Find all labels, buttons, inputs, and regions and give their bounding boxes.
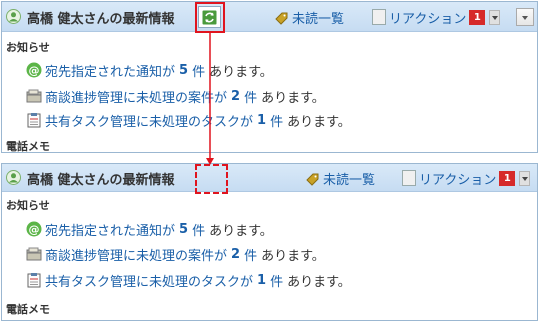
folder-icon bbox=[26, 89, 42, 103]
notification-unit[interactable]: 件 bbox=[270, 111, 283, 130]
notification-count[interactable]: 1 bbox=[257, 113, 266, 128]
chevron-down-icon[interactable] bbox=[489, 9, 501, 25]
tag-icon bbox=[275, 12, 288, 25]
tag-icon bbox=[306, 173, 319, 186]
user-icon bbox=[6, 170, 21, 185]
clipboard-icon bbox=[27, 273, 41, 288]
notification-item-mentions: @ 宛先指定された通知が 5 件 あります。 bbox=[26, 219, 273, 239]
svg-text:@: @ bbox=[29, 223, 40, 236]
notification-link[interactable]: 共有タスク管理に未処理のタスクが bbox=[45, 271, 253, 290]
notification-link[interactable]: 商談進捗管理に未処理の案件が bbox=[45, 245, 227, 264]
notification-suffix: あります。 bbox=[287, 114, 351, 130]
at-mention-icon: @ bbox=[26, 62, 42, 78]
folder-icon bbox=[26, 247, 42, 261]
notification-suffix: あります。 bbox=[261, 90, 325, 106]
unread-list-link[interactable]: 未読一覧 bbox=[306, 169, 375, 188]
reaction-menu[interactable]: リアクション 1 bbox=[372, 7, 501, 27]
notification-count[interactable]: 2 bbox=[231, 89, 240, 104]
panel-menu-button[interactable] bbox=[516, 8, 534, 26]
notice-heading: お知らせ bbox=[6, 199, 50, 212]
notification-unit[interactable]: 件 bbox=[192, 220, 205, 239]
unread-list-label: 未読一覧 bbox=[323, 173, 376, 188]
panel-header: 高橋 健太さんの最新情報 未読一覧 リアクション 1 bbox=[2, 164, 537, 192]
notification-unit[interactable]: 件 bbox=[244, 245, 257, 264]
latest-info-panel-before: 高橋 健太さんの最新情報 未読一覧 リアクション 1 お知らせ @ 宛先指定され… bbox=[1, 1, 538, 153]
svg-text:@: @ bbox=[29, 64, 40, 77]
notification-link[interactable]: 宛先指定された通知が bbox=[45, 220, 175, 239]
notification-item-mentions: @ 宛先指定された通知が 5 件 あります。 bbox=[26, 60, 273, 80]
phone-memo-heading: 電話メモ bbox=[6, 140, 50, 153]
user-icon bbox=[6, 9, 21, 24]
notification-item-tasks: 共有タスク管理に未処理のタスクが 1 件 あります。 bbox=[26, 270, 351, 290]
notification-count[interactable]: 1 bbox=[257, 273, 266, 288]
phone-memo-heading: 電話メモ bbox=[6, 303, 50, 316]
notification-item-deals: 商談進捗管理に未処理の案件が 2 件 あります。 bbox=[26, 244, 325, 264]
notification-item-deals: 商談進捗管理に未処理の案件が 2 件 あります。 bbox=[26, 86, 325, 106]
annotation-arrow bbox=[206, 31, 214, 165]
reaction-menu[interactable]: リアクション 1 bbox=[402, 168, 531, 188]
latest-info-panel-after: 高橋 健太さんの最新情報 未読一覧 リアクション 1 お知らせ @ 宛先指定され… bbox=[1, 163, 538, 321]
avatar bbox=[402, 170, 416, 186]
notification-count[interactable]: 5 bbox=[179, 63, 188, 78]
notification-suffix: あります。 bbox=[261, 248, 325, 264]
refresh-highlight-box bbox=[195, 2, 225, 33]
notification-link[interactable]: 共有タスク管理に未処理のタスクが bbox=[45, 111, 253, 130]
reaction-count-badge: 1 bbox=[499, 170, 516, 186]
reaction-label: リアクション bbox=[419, 172, 497, 188]
avatar bbox=[372, 9, 386, 25]
clipboard-icon bbox=[27, 113, 41, 128]
removed-refresh-dashed-box bbox=[195, 164, 228, 194]
at-mention-icon: @ bbox=[26, 221, 42, 237]
notification-link[interactable]: 宛先指定された通知が bbox=[45, 61, 175, 80]
notification-suffix: あります。 bbox=[209, 223, 273, 239]
panel-header: 高橋 健太さんの最新情報 未読一覧 リアクション 1 bbox=[2, 2, 537, 32]
unread-list-link[interactable]: 未読一覧 bbox=[275, 8, 344, 27]
unread-list-label: 未読一覧 bbox=[292, 12, 345, 27]
notification-suffix: あります。 bbox=[287, 274, 351, 290]
notification-count[interactable]: 2 bbox=[231, 247, 240, 262]
notification-unit[interactable]: 件 bbox=[244, 87, 257, 106]
panel-title: 高橋 健太さんの最新情報 bbox=[27, 12, 175, 27]
notice-heading: お知らせ bbox=[6, 41, 50, 54]
chevron-down-icon[interactable] bbox=[519, 170, 531, 186]
reaction-label: リアクション bbox=[389, 11, 467, 27]
reaction-count-badge: 1 bbox=[469, 9, 486, 25]
panel-title: 高橋 健太さんの最新情報 bbox=[27, 173, 175, 188]
notification-unit[interactable]: 件 bbox=[270, 271, 283, 290]
notification-count[interactable]: 5 bbox=[179, 222, 188, 237]
notification-item-tasks: 共有タスク管理に未処理のタスクが 1 件 あります。 bbox=[26, 110, 351, 130]
